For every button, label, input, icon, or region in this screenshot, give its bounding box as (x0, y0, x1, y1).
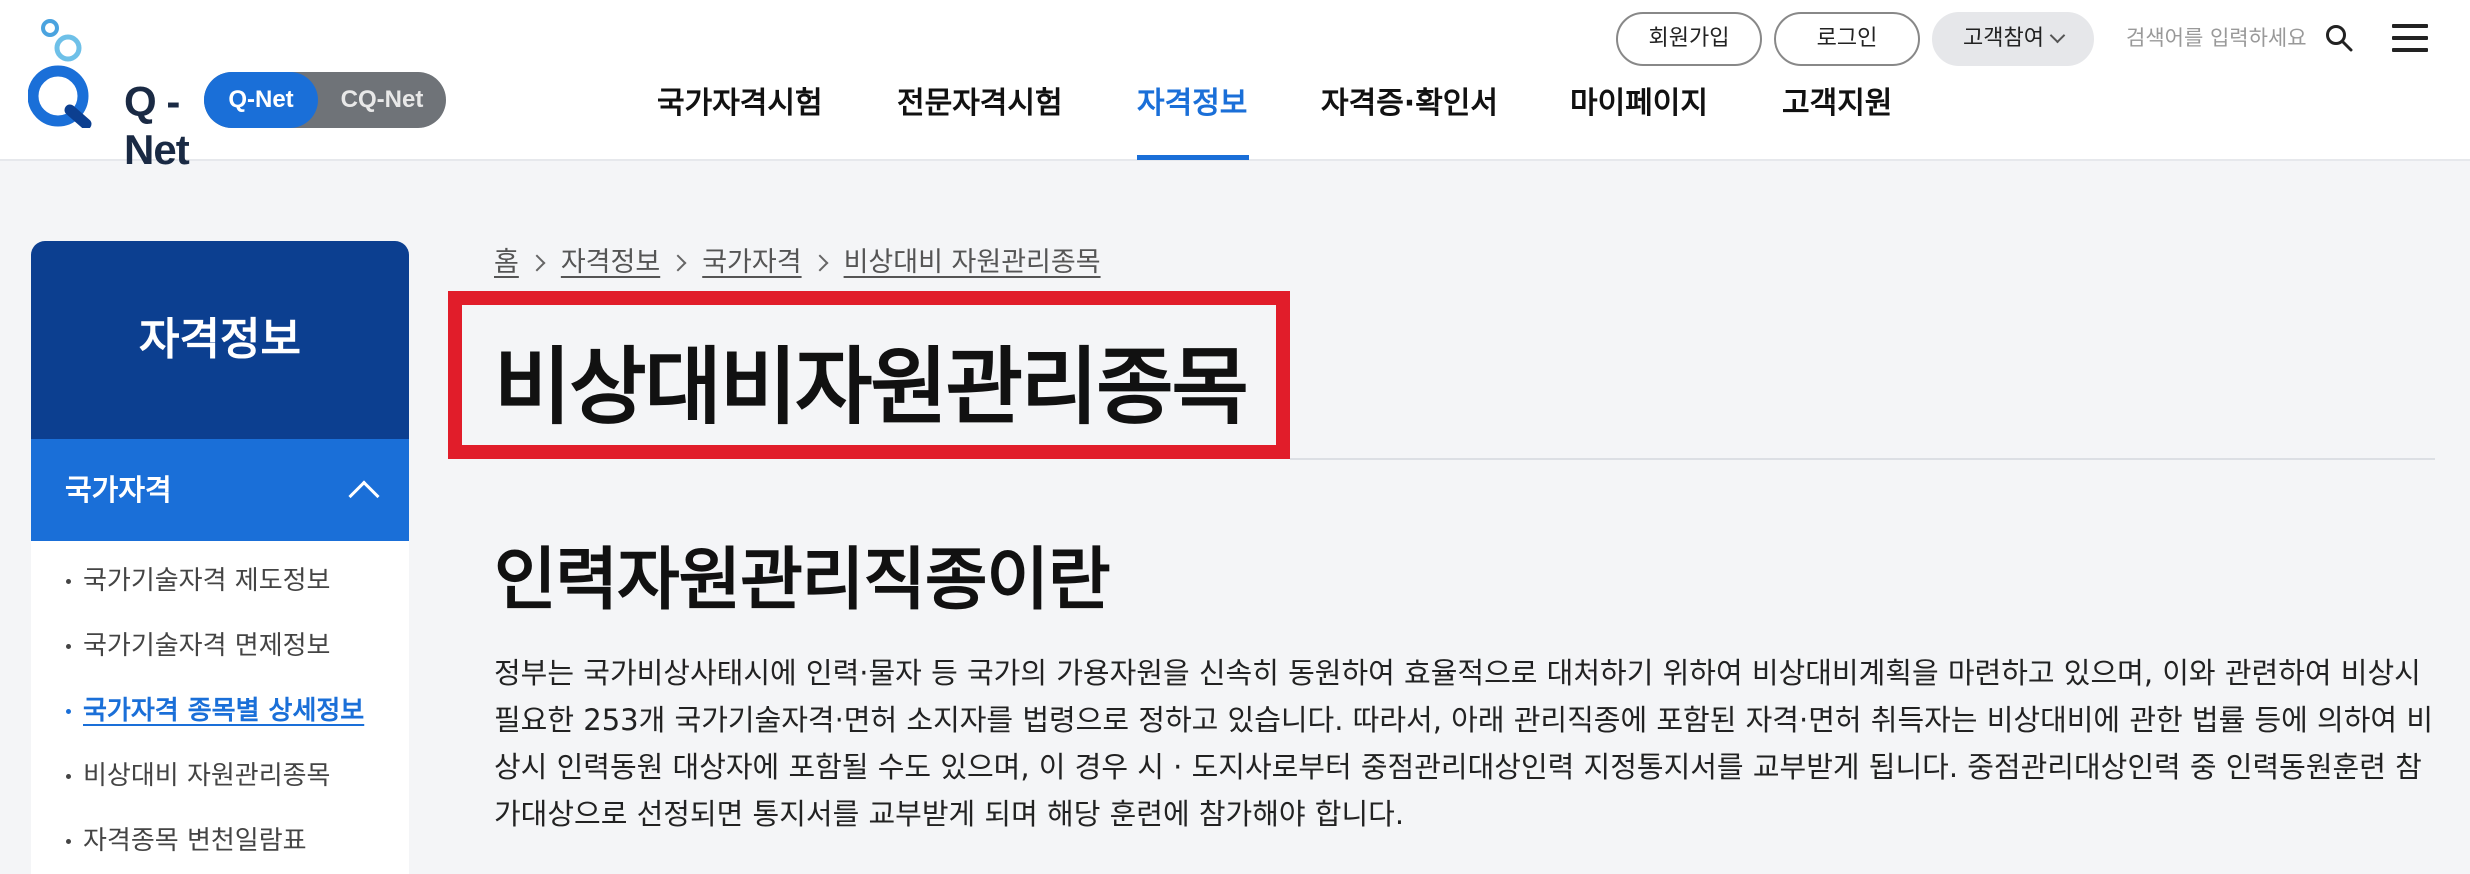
sidebar-item-exemption-info[interactable]: 국가기술자격 면제정보 (31, 626, 409, 691)
chevron-right-icon (811, 254, 829, 272)
sidebar-item-history-table[interactable]: 자격종목 변천일람표 (31, 821, 409, 874)
chevron-right-icon (528, 254, 546, 272)
breadcrumb-national[interactable]: 국가자격 (702, 247, 801, 278)
sidebar-title: 자격정보 (31, 241, 409, 439)
join-button[interactable]: 회원가입 (1616, 12, 1762, 66)
qnet-switch-button[interactable]: Q-Net (204, 72, 318, 128)
sidebar-list: 국가기술자격 제도정보 국가기술자격 면제정보 국가자격 종목별 상세정보 비상… (31, 561, 409, 874)
nav-professional-exam[interactable]: 전문자격시험 (897, 78, 1063, 121)
chevron-up-icon (348, 480, 380, 512)
nav-mypage[interactable]: 마이페이지 (1570, 78, 1708, 121)
chevron-down-icon (2049, 27, 2066, 44)
logo-text: Q - Net (124, 78, 190, 173)
site-switch: Q-Net CQ-Net (204, 72, 446, 128)
sidebar-category-national[interactable]: 국가자격 (31, 439, 409, 541)
title-divider (1290, 458, 2435, 460)
breadcrumb-qualification-info[interactable]: 자격정보 (561, 247, 660, 278)
sidebar: 자격정보 국가자격 국가기술자격 제도정보 국가기술자격 면제정보 국가자격 종… (31, 241, 409, 874)
sidebar-item-system-info[interactable]: 국가기술자격 제도정보 (31, 561, 409, 626)
nav-support[interactable]: 고객지원 (1782, 78, 1892, 121)
nav-certificate[interactable]: 자격증·확인서 (1321, 78, 1498, 121)
customer-participation-button[interactable]: 고객참여 (1932, 12, 2094, 66)
active-nav-underline (1137, 155, 1249, 160)
sidebar-item-detail-info[interactable]: 국가자격 종목별 상세정보 (31, 691, 409, 756)
hamburger-menu-icon[interactable] (2392, 24, 2428, 52)
sidebar-category-label: 국가자격 (65, 473, 172, 507)
section-title: 인력자원관리직종이란 (494, 541, 1111, 620)
search-icon[interactable] (2325, 24, 2353, 52)
login-button[interactable]: 로그인 (1774, 12, 1920, 66)
intro-paragraph: 정부는 국가비상사태시에 인력·물자 등 국가의 가용자원을 신속히 동원하여 … (494, 656, 2433, 831)
breadcrumb: 홈 자격정보 국가자격 비상대비 자원관리종목 (494, 240, 1101, 279)
breadcrumb-current[interactable]: 비상대비 자원관리종목 (844, 247, 1101, 278)
sidebar-item-emergency-resources[interactable]: 비상대비 자원관리종목 (31, 756, 409, 821)
cqnet-switch-button[interactable]: CQ-Net (318, 72, 446, 128)
chevron-right-icon (669, 254, 687, 272)
qnet-logo[interactable]: Q - Net (27, 18, 198, 173)
customer-participation-label: 고객참여 (1963, 26, 2044, 51)
page-title: 비상대비자원관리종목 (494, 338, 1249, 436)
nav-qualification-info[interactable]: 자격정보 (1137, 78, 1247, 121)
search-input[interactable]: 검색어를 입력하세요 (2126, 22, 2307, 54)
breadcrumb-home[interactable]: 홈 (494, 247, 519, 278)
nav-national-exam[interactable]: 국가자격시험 (657, 78, 823, 121)
site-header: Q - Net Q-Net CQ-Net 회원가입 로그인 고객참여 검색어를 … (0, 0, 2470, 173)
